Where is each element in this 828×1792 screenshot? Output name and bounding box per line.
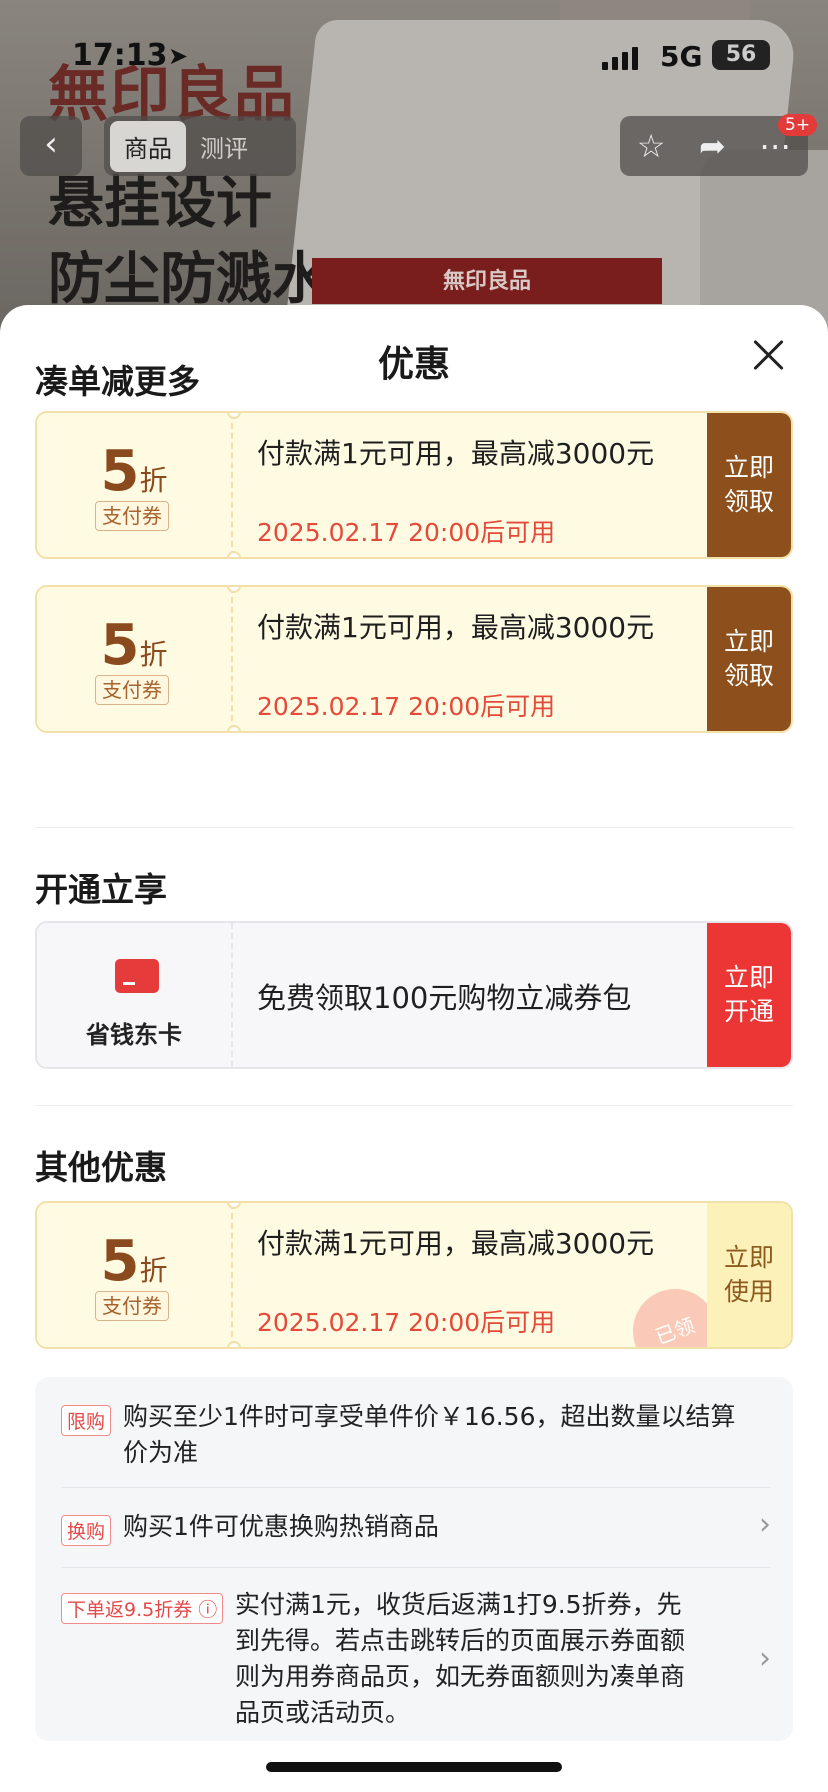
- chevron-left-icon: ‹: [44, 124, 58, 164]
- coupon-value: 5折 支付券: [37, 1203, 233, 1347]
- info-tag: 换购: [61, 1515, 112, 1546]
- coupon-desc: 付款满1元可用，最高减3000元: [257, 437, 655, 470]
- member-card-label: 省钱东卡: [86, 1021, 182, 1049]
- coupon-card: 5折 支付券 付款满1元可用，最高减3000元 2025.02.17 20:00…: [35, 411, 793, 559]
- coupon-type-tag: 支付券: [95, 1291, 169, 1321]
- promo-info-panel: 限购 购买至少1件时可享受单件价￥16.56，超出数量以结算价为准 换购 购买1…: [35, 1377, 793, 1741]
- info-row-limit: 限购 购买至少1件时可享受单件价￥16.56，超出数量以结算价为准: [61, 1402, 771, 1483]
- network-type: 5G: [660, 40, 703, 73]
- info-row-exchange[interactable]: 换购 购买1件可优惠换购热销商品 ›: [61, 1507, 771, 1553]
- star-icon[interactable]: ☆: [637, 127, 666, 165]
- info-tag: 下单返9.5折券 ⓘ: [61, 1593, 224, 1624]
- credit-card-icon: [115, 959, 159, 993]
- claim-coupon-button[interactable]: 立即领取: [707, 587, 791, 731]
- coupon-amount: 5: [100, 439, 140, 504]
- home-indicator: [266, 1762, 562, 1772]
- divider: [61, 1487, 771, 1488]
- claim-coupon-button[interactable]: 立即领取: [707, 413, 791, 557]
- promo-headline-2: 防尘防溅水: [48, 247, 328, 312]
- coupon-notch: [227, 587, 241, 593]
- coupon-type-tag: 支付券: [95, 501, 169, 531]
- coupon-type-tag: 支付券: [95, 675, 169, 705]
- info-tag-label: 下单返9.5折券: [67, 1599, 193, 1621]
- close-icon[interactable]: [748, 335, 788, 375]
- coupon-notch: [227, 725, 241, 731]
- coupon-time: 2025.02.17 20:00后可用: [257, 518, 556, 547]
- info-circle-icon[interactable]: ⓘ: [198, 1599, 217, 1621]
- info-row-rebate[interactable]: 下单返9.5折券 ⓘ 实付满1元，收货后返满1打9.5折券，先到先得。若点击跳转…: [61, 1590, 771, 1731]
- info-tag: 限购: [61, 1405, 112, 1436]
- battery-icon: 56: [712, 40, 770, 70]
- section-title-open: 开通立享: [35, 870, 167, 909]
- coupon-unit: 折: [139, 1254, 168, 1287]
- chevron-right-icon: ›: [759, 1507, 771, 1542]
- tab-product[interactable]: 商品: [110, 120, 186, 172]
- section-title-other: 其他优惠: [35, 1148, 167, 1187]
- divider: [35, 1105, 793, 1106]
- info-text: 购买至少1件时可享受单件价￥16.56，超出数量以结算价为准: [123, 1402, 736, 1467]
- status-bar: 17:13 ➤ 5G 56: [0, 38, 828, 78]
- coupon-value: 5折 支付券: [37, 413, 233, 557]
- coupon-time: 2025.02.17 20:00后可用: [257, 1308, 556, 1337]
- product-image-side: [700, 150, 828, 330]
- member-card-left: 省钱东卡: [37, 923, 233, 1067]
- coupon-card: 5折 支付券 付款满1元可用，最高减3000元 2025.02.17 20:00…: [35, 585, 793, 733]
- info-text: 购买1件可优惠换购热销商品: [123, 1512, 439, 1541]
- section-title-more: 凑单减更多: [35, 362, 200, 401]
- coupon-amount: 5: [100, 1229, 140, 1294]
- coupon-unit: 折: [139, 638, 168, 671]
- coupon-notch: [227, 1341, 241, 1347]
- coupon-notch: [227, 1203, 241, 1209]
- coupon-desc: 付款满1元可用，最高减3000元: [257, 1227, 655, 1260]
- tab-review[interactable]: 测评: [186, 121, 262, 172]
- location-arrow-icon: ➤: [168, 42, 189, 70]
- product-tabs: 商品 测评: [104, 116, 296, 176]
- divider: [61, 1567, 771, 1568]
- coupon-desc: 付款满1元可用，最高减3000元: [257, 611, 655, 644]
- coupon-value: 5折 支付券: [37, 587, 233, 731]
- message-badge: 5+: [778, 114, 818, 136]
- member-card: 省钱东卡 免费领取100元购物立减券包 立即开通: [35, 921, 793, 1069]
- info-text: 实付满1元，收货后返满1打9.5折券，先到先得。若点击跳转后的页面展示券面额则为…: [235, 1590, 686, 1727]
- coupon-unit: 折: [139, 464, 168, 497]
- back-button[interactable]: ‹: [20, 116, 82, 176]
- open-membership-button[interactable]: 立即开通: [707, 923, 791, 1067]
- coupon-amount: 5: [100, 613, 140, 678]
- member-desc: 免费领取100元购物立减券包: [257, 981, 632, 1015]
- coupon-time: 2025.02.17 20:00后可用: [257, 692, 556, 721]
- divider: [35, 827, 793, 828]
- coupon-notch: [227, 551, 241, 557]
- share-icon[interactable]: ➦: [699, 127, 726, 165]
- product-brand-strip: 無印良品: [312, 258, 662, 304]
- signal-icon: [602, 44, 638, 70]
- status-time: 17:13: [72, 38, 168, 73]
- coupon-notch: [227, 413, 241, 419]
- use-coupon-button[interactable]: 立即使用: [707, 1203, 791, 1347]
- discount-sheet: 优惠 凑单减更多 5折 支付券 付款满1元可用，最高减3000元 2025.02…: [0, 305, 828, 1792]
- coupon-card: 5折 支付券 付款满1元可用，最高减3000元 2025.02.17 20:00…: [35, 1201, 793, 1349]
- chevron-right-icon: ›: [759, 1641, 771, 1676]
